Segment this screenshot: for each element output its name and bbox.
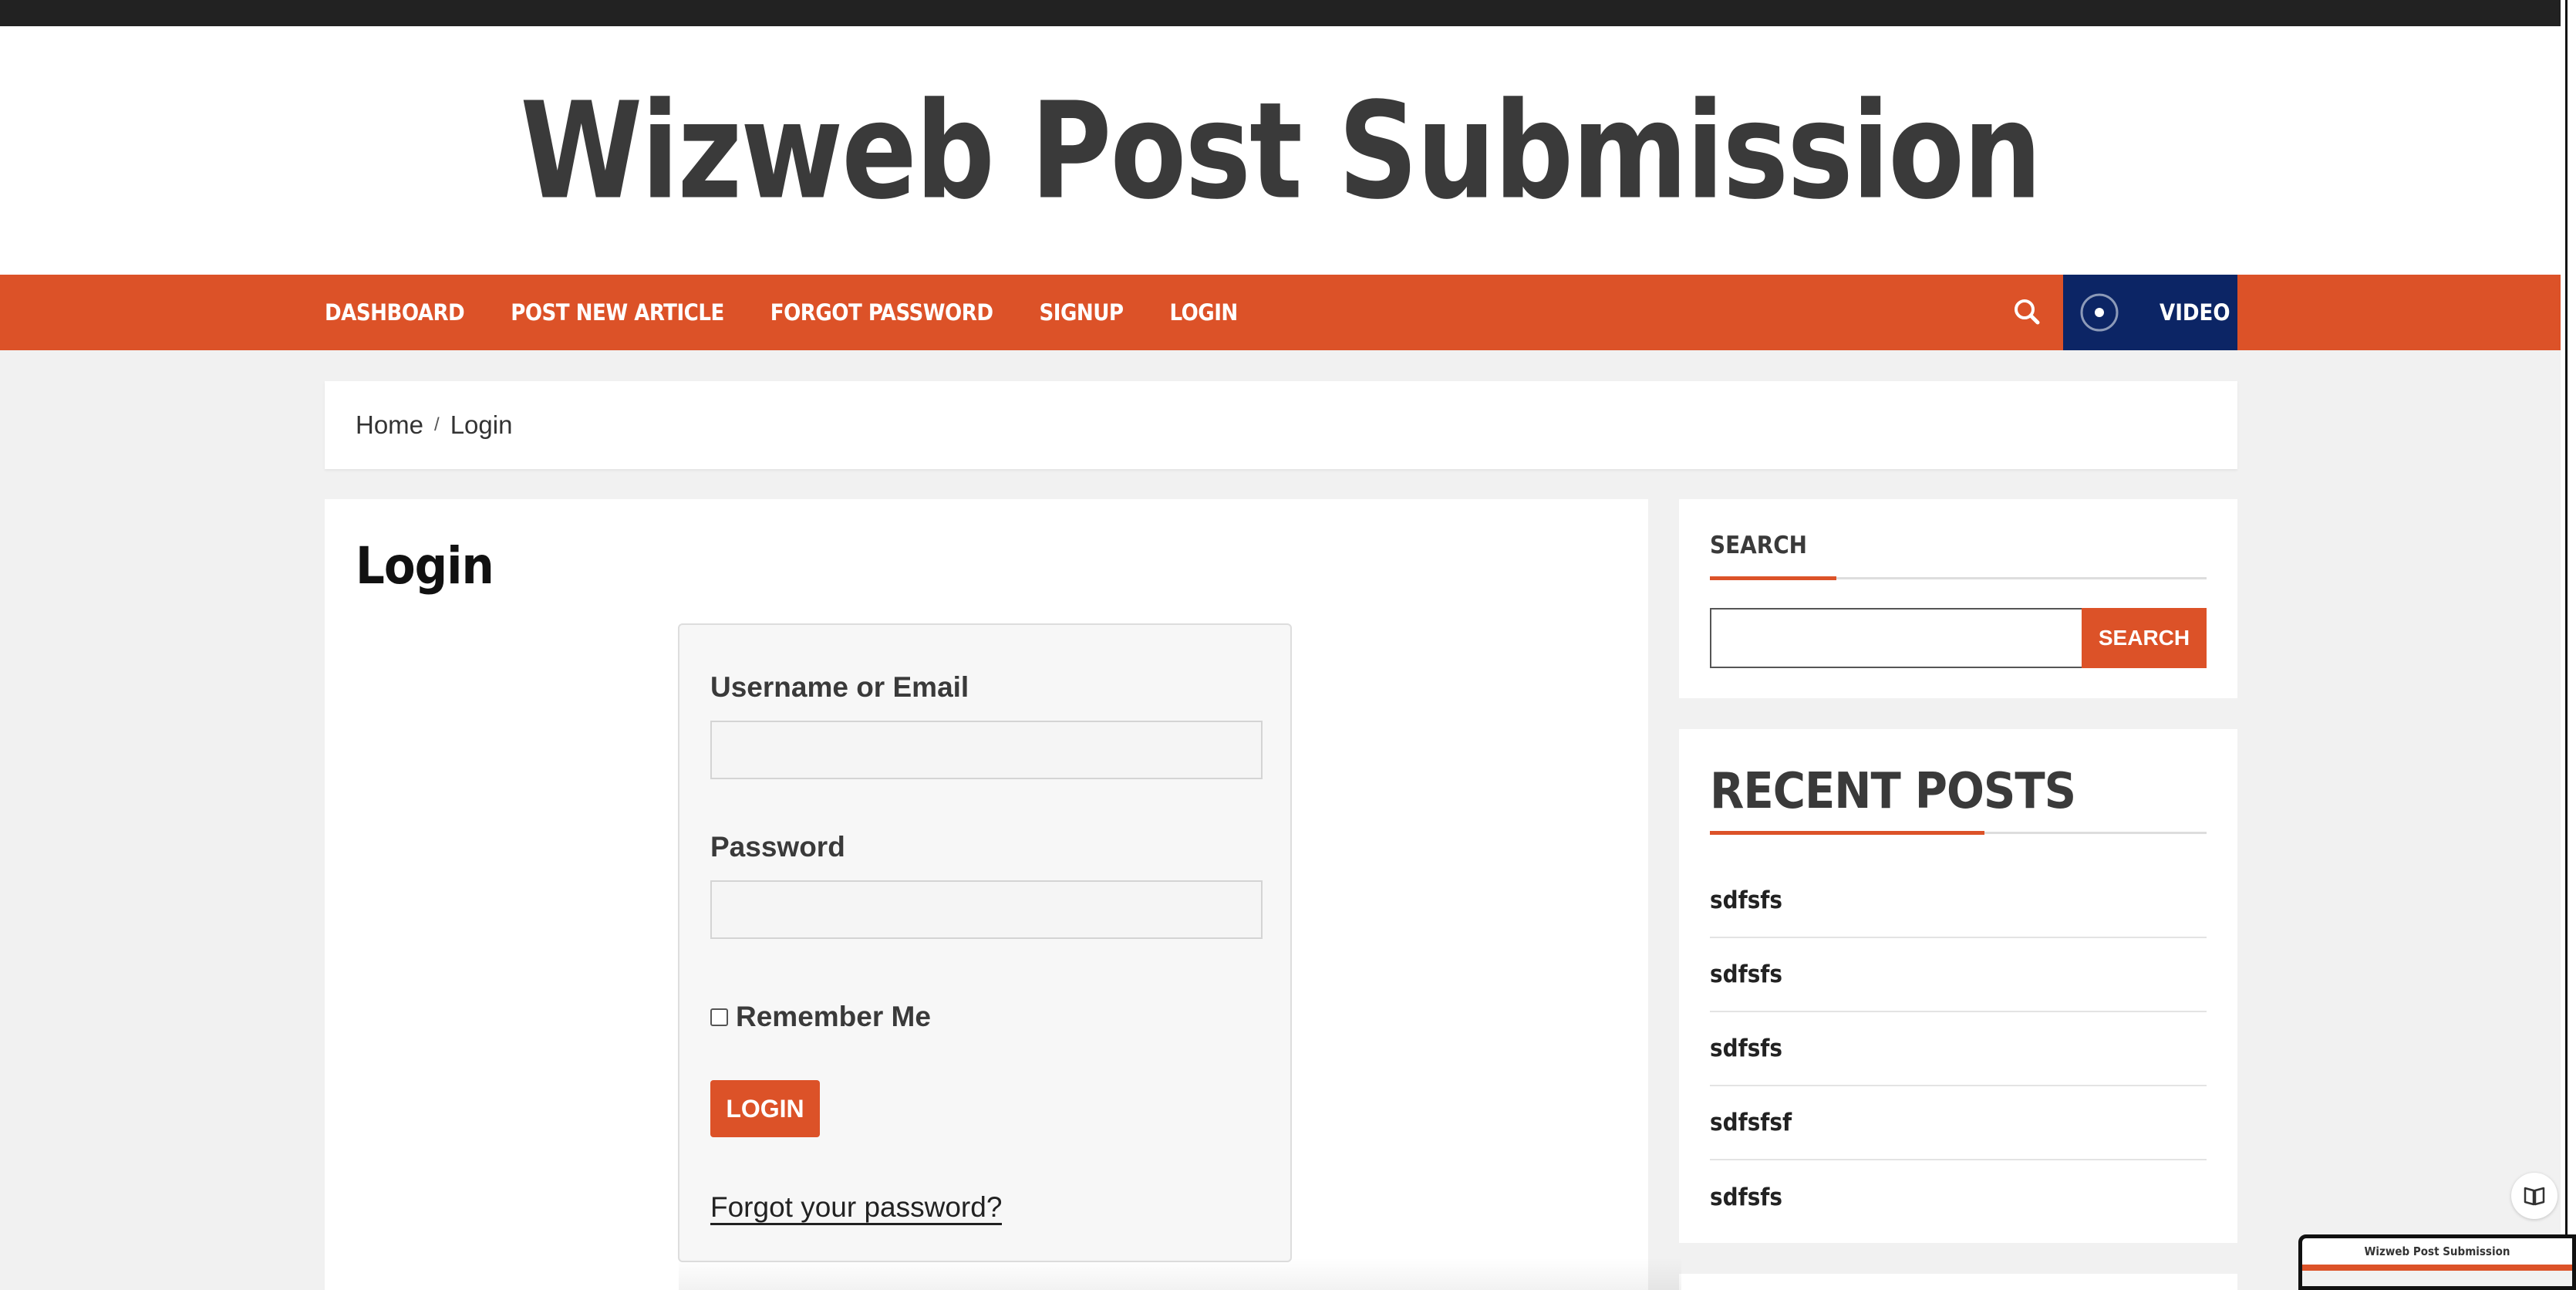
recent-post-link[interactable]: sdfsfs [1710,864,2207,938]
password-label: Password [710,831,845,863]
username-field[interactable] [710,721,1263,779]
recent-post-link[interactable]: sdfsfsf [1710,1086,2207,1160]
page-thumbnail[interactable]: Wizweb Post Submission [2298,1234,2576,1290]
page-title: Login [356,536,494,596]
thumbnail-title: Wizweb Post Submission [2364,1244,2510,1258]
window-edge-line [2565,0,2568,1290]
record-icon [2080,293,2119,332]
password-field[interactable] [710,880,1263,939]
breadcrumb: Home / Login [356,381,512,469]
thumbnail-body [2302,1271,2572,1286]
search-icon[interactable] [2011,296,2044,329]
book-icon[interactable] [2511,1173,2557,1219]
breadcrumb-home[interactable]: Home [356,410,423,440]
recent-post-link[interactable]: sdfsfs [1710,1012,2207,1086]
breadcrumb-current: Login [450,410,513,439]
video-button[interactable]: VIDEO [2063,275,2237,350]
widget-title-accent [1710,831,1984,835]
recent-post-link[interactable]: sdfsfs [1710,1160,2207,1234]
nav-links: DASHBOARD POST NEW ARTICLE FORGOT PASSWO… [325,275,1238,350]
widget-title-accent [1710,576,1836,580]
nav-item-post-new-article[interactable]: POST NEW ARTICLE [511,299,724,326]
sidebar-search-input[interactable] [1710,608,2083,668]
sidebar-search-button[interactable]: SEARCH [2082,608,2207,668]
nav-item-forgot-password[interactable]: FORGOT PASSWORD [770,299,993,326]
video-label: VIDEO [2160,299,2230,326]
thumbnail-nav [2302,1265,2572,1271]
bottom-shadow [679,1258,1681,1290]
nav-item-signup[interactable]: SIGNUP [1039,299,1124,326]
recent-posts-widget: RECENT POSTS sdfsfs sdfsfs sdfsfs sdfsfs… [1679,729,2237,1243]
site-title[interactable]: Wizweb Post Submission [0,16,2561,285]
remember-me-checkbox[interactable] [710,1008,728,1026]
masthead: Wizweb Post Submission [0,26,2576,275]
breadcrumb-separator: / [434,414,440,435]
main-content: Login Username or Email Password Remembe… [325,499,1648,1290]
recent-posts-title: RECENT POSTS [1710,763,2076,820]
recent-posts-list: sdfsfs sdfsfs sdfsfs sdfsfsf sdfsfs [1710,864,2207,1234]
recent-post-link[interactable]: sdfsfs [1710,938,2207,1012]
search-widget: SEARCH SEARCH [1679,499,2237,698]
login-form: Username or Email Password Remember Me L… [678,623,1292,1262]
forgot-password-link[interactable]: Forgot your password? [710,1192,1003,1225]
nav-item-dashboard[interactable]: DASHBOARD [325,299,465,326]
username-label: Username or Email [710,671,969,703]
breadcrumb-container: Home / Login [325,381,2237,469]
next-widget [1679,1274,2237,1290]
login-button[interactable]: LOGIN [710,1080,820,1137]
window-edge [2561,0,2576,1290]
remember-me-label[interactable]: Remember Me [736,1001,931,1033]
search-widget-title: SEARCH [1710,532,1808,559]
remember-me-row: Remember Me [710,1000,931,1034]
nav-item-login[interactable]: LOGIN [1170,299,1239,326]
